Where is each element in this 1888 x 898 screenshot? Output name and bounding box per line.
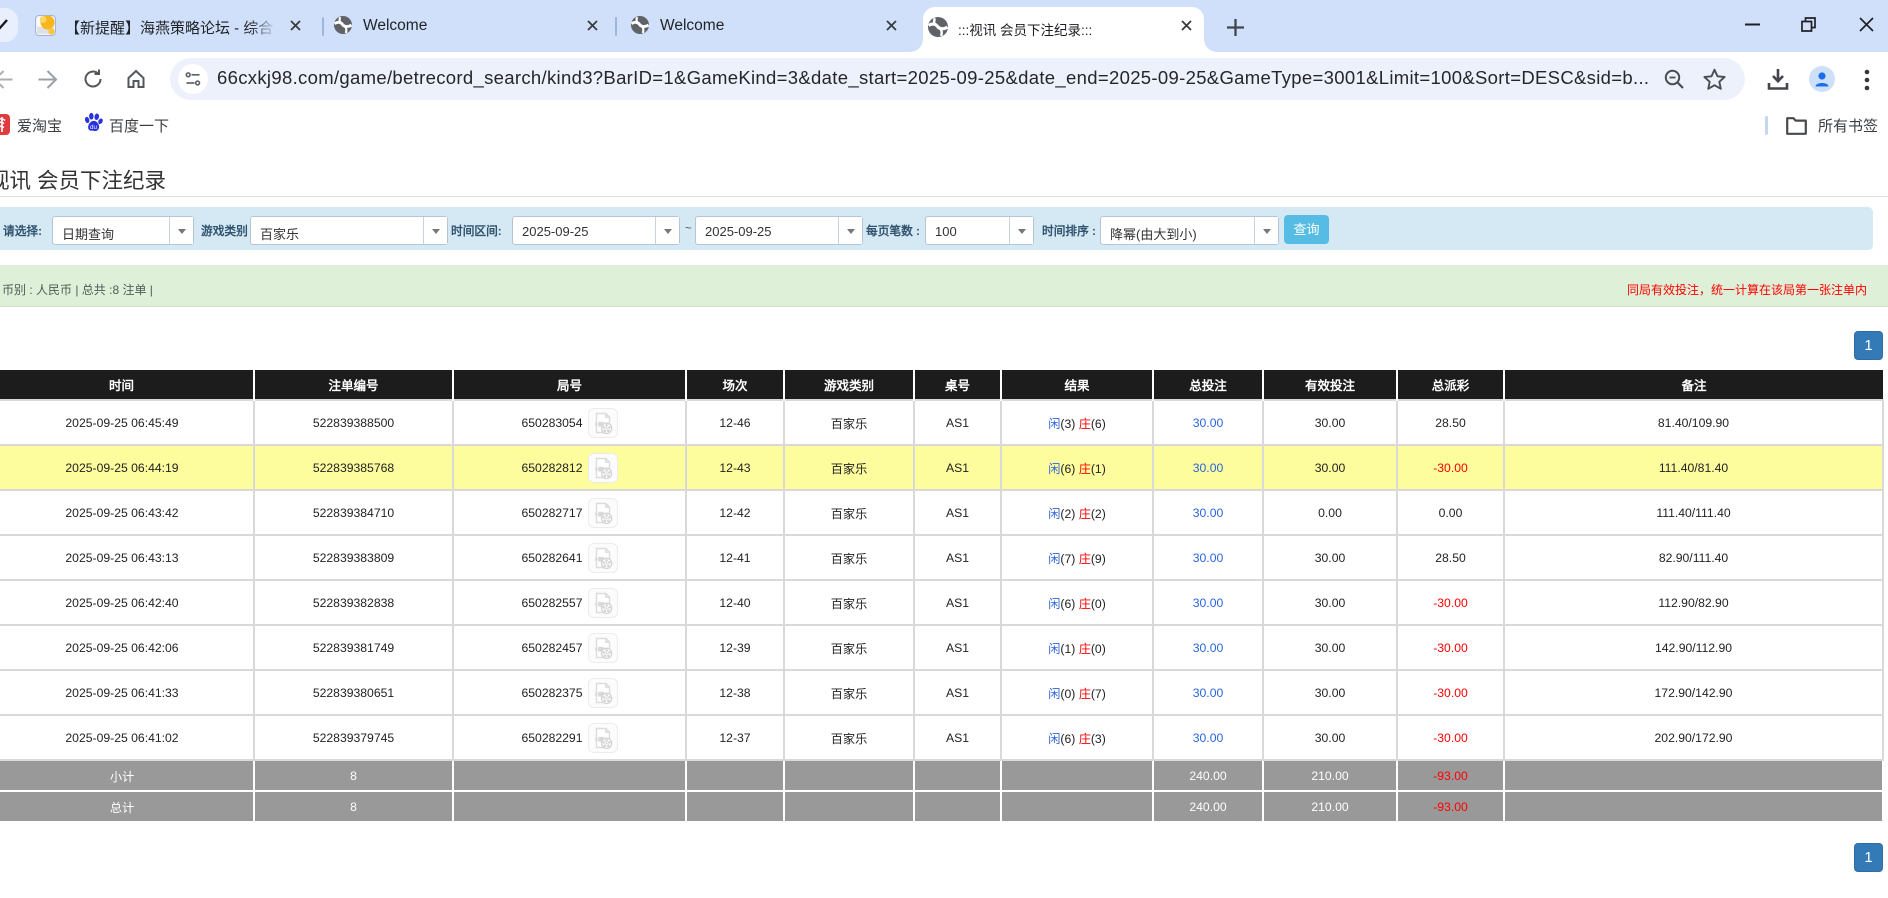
svg-text:du: du bbox=[90, 124, 97, 131]
